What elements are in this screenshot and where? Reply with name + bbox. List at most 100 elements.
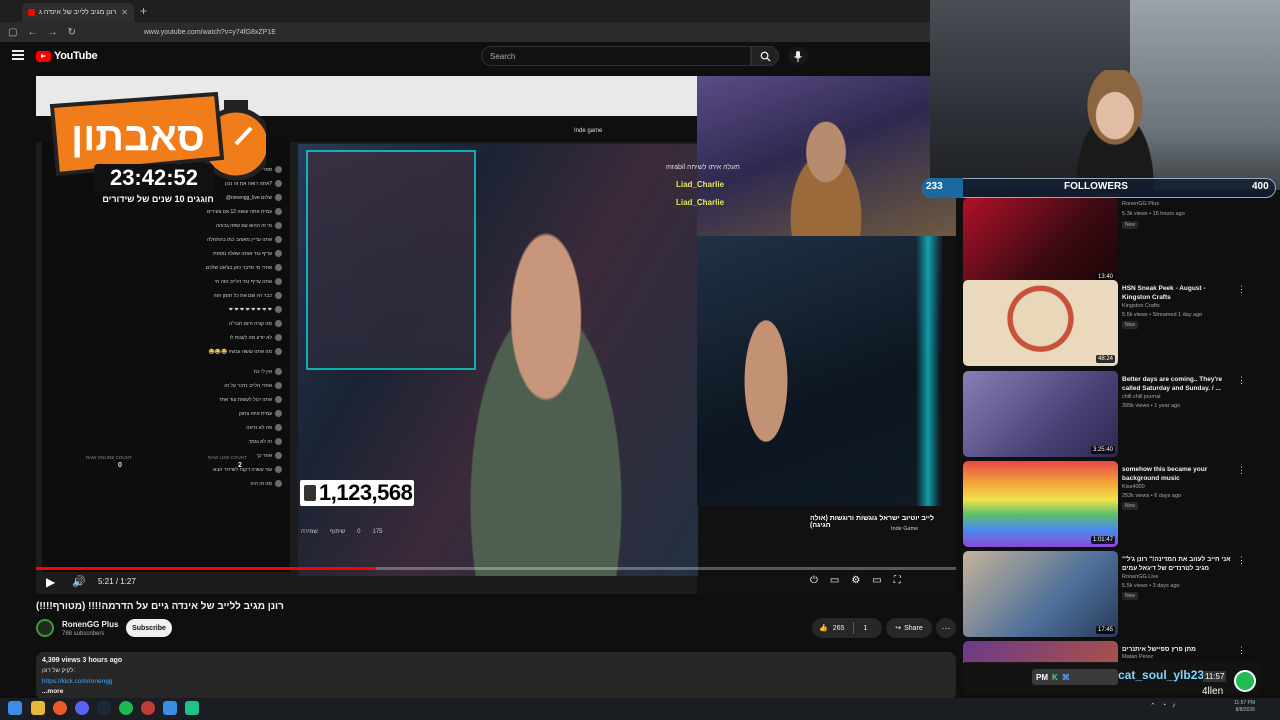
share-icon: ↪ (895, 625, 902, 632)
recommendation-channel: Kingston Crafts (1122, 303, 1160, 309)
app-icon[interactable] (185, 701, 199, 715)
recommendation-title[interactable]: HSN Sneak Peek - August - Kingston Craft… (1122, 284, 1232, 302)
discord-icon[interactable] (75, 701, 89, 715)
thumbs-up-icon[interactable]: 👍 (819, 624, 828, 632)
recommendation-item[interactable]: 1:01:47 somehow this became your backgro… (963, 461, 1253, 547)
description-more-button[interactable]: ...more (42, 688, 63, 695)
volume-icon[interactable]: 🔊 (72, 575, 86, 588)
steam-icon[interactable] (97, 701, 111, 715)
tab-close-icon[interactable]: ✕ (121, 8, 128, 17)
back-icon[interactable]: ← (27, 27, 37, 38)
channel-name[interactable]: RonenGG Plus (62, 620, 118, 629)
share-button[interactable]: ↪ Share (886, 618, 932, 638)
more-actions-icon[interactable]: ⋯ (936, 618, 956, 638)
chat-line: עדיף נגד אותה שאלה נוספת (46, 250, 282, 258)
recommendation-item[interactable]: מתן פרץ ספיישל איתנרים Matan Perez ⋮ (963, 641, 1253, 663)
menu-icon[interactable] (12, 50, 24, 60)
address-bar[interactable]: www.youtube.com/watch?v=y74fG8xZP1E (144, 29, 276, 36)
taskbar-clock[interactable]: 11:57 PM 8/8/2026 (1234, 700, 1255, 714)
app-icon[interactable] (163, 701, 177, 715)
system-tray[interactable]: ⌃ ◔ ♪ (1150, 702, 1176, 710)
new-badge: New (1122, 221, 1139, 229)
browser-icon[interactable] (53, 701, 67, 715)
chat-line: עמית איזה צחוק (46, 410, 282, 418)
more-options-icon[interactable]: ⋮ (1237, 284, 1246, 295)
youtube-play-logo-icon (36, 50, 51, 62)
more-options-icon[interactable]: ⋮ (1237, 465, 1246, 476)
streamer-hand (736, 296, 796, 466)
new-tab-icon[interactable]: + (140, 4, 147, 18)
browser-tab[interactable]: רונן מגיב ללייב של אינדה ג ✕ (22, 3, 134, 22)
browser-nav-bar: ▢ ← → ↻ www.youtube.com/watch?v=y74fG8xZ… (0, 22, 960, 42)
alert-username: cat_soul_ylb23 (1118, 668, 1205, 682)
subscribe-button[interactable]: Subscribe (126, 619, 172, 637)
video-thumbnail[interactable]: 48:24 (963, 280, 1118, 366)
more-options-icon[interactable]: ⋮ (1237, 645, 1246, 656)
chat-line: אתה עדיף נגד הלייב הזה חי (46, 278, 282, 286)
video-player[interactable]: Inde game ספרי לנו על העונה הבאה אתה רוא… (36, 76, 956, 594)
play-icon[interactable]: ▶ (46, 575, 55, 589)
settings-icon[interactable]: ⚙ (851, 575, 860, 586)
video-thumbnail[interactable]: 1:01:47 (963, 461, 1118, 547)
new-badge: New (1122, 502, 1139, 510)
description-box[interactable] (36, 652, 956, 700)
recommendation-item[interactable]: 3:25:40 Better days are coming.. They're… (963, 371, 1253, 457)
theater-icon[interactable]: ▭ (872, 575, 881, 586)
description-link[interactable]: https://kick.com/ronengg (42, 678, 112, 685)
youtube-logo[interactable]: YouTube (36, 50, 98, 62)
alert-secondary-user: 4llen (1202, 686, 1224, 697)
more-options-icon[interactable]: ⋮ (1237, 555, 1246, 566)
dislike-count[interactable]: 1 (863, 625, 867, 632)
raw-like-label: RAW LIKE COUNT (208, 455, 247, 460)
fullscreen-icon[interactable]: ⛶ (894, 575, 901, 586)
recommendation-title[interactable]: Better days are coming.. They're called … (1122, 375, 1232, 393)
chat-line: אחרי מי מדבר כאן בצ'אט שלכם (46, 264, 282, 272)
channel-avatar[interactable] (36, 619, 54, 637)
captions-icon[interactable]: ▭ (830, 575, 839, 586)
overlay-chat-line: Liad_Charlie (676, 180, 725, 189)
chat-line: פה לא נראה (46, 424, 282, 432)
video-thumbnail[interactable] (963, 641, 1118, 663)
reload-icon[interactable]: ↻ (67, 27, 75, 38)
more-options-icon[interactable]: ⋮ (1237, 375, 1246, 386)
microphone-icon[interactable] (788, 47, 808, 65)
windows-start-icon[interactable] (8, 701, 22, 715)
app-icon[interactable] (141, 701, 155, 715)
second-streamer-person (771, 116, 881, 236)
recommendation-item[interactable]: 48:24 HSN Sneak Peek - August - Kingston… (963, 280, 1253, 366)
recommendation-title[interactable]: somehow this became your background musi… (1122, 465, 1232, 483)
saabaton-stream-logo: סאבתון (49, 91, 266, 181)
spotify-icon[interactable] (119, 701, 133, 715)
chat-line: ❤ ❤ ❤ ❤ ❤ ❤ ❤ ❤ (46, 306, 282, 314)
raw-online-label: RAW ONLINE COUNT (86, 455, 132, 460)
sidebar-toggle-icon[interactable]: ▢ (8, 27, 17, 38)
recommendation-item[interactable]: 17:45 "אני חייב לעזוב את המדינה!" רונן ג… (963, 551, 1253, 637)
video-thumbnail[interactable]: 3:25:40 (963, 371, 1118, 457)
overlay-chat-line: mrabil תעלה איתו לשיחה (666, 164, 740, 171)
like-dislike-pill[interactable]: 👍 265 1 (812, 618, 882, 638)
chat-line: עוד עשרה דקות לשידור הבא (46, 466, 282, 474)
recommendation-meta: 5.6k views • Streamed 1 day ago (1122, 312, 1203, 318)
video-thumbnail[interactable]: 13:40 (963, 198, 1118, 284)
recommendation-title[interactable]: מתן פרץ ספיישל איתנרים (1122, 645, 1232, 654)
recommendation-item[interactable]: 13:40 RonenGG Plus 5.3k views • 15 hours… (963, 198, 1253, 284)
file-explorer-icon[interactable] (31, 701, 45, 715)
overlay-chat-line: Liad_Charlie (676, 198, 725, 207)
browser-tab-title: רונן מגיב ללייב של אינדה ג (39, 9, 117, 16)
video-thumbnail[interactable]: 17:45 (963, 551, 1118, 637)
chat-line: אחרי הלייב נדבר על זה (46, 382, 282, 390)
forward-icon[interactable]: → (47, 27, 57, 38)
followers-label: FOLLOWERS (1064, 181, 1128, 192)
autoplay-toggle-icon[interactable]: ⏻ (810, 575, 818, 586)
recommendation-meta: 5.5k views • 3 days ago (1122, 583, 1180, 589)
recommendation-title[interactable]: "אני חייב לעזוב את המדינה!" רונן ג'ל' מג… (1122, 555, 1232, 573)
chat-line: אין לי כח (46, 368, 282, 376)
overlay-chat-area (697, 236, 942, 506)
video-title: רונן מגיב ללייב של אינדה גיים על הדרמה!!… (36, 601, 284, 612)
player-right-controls: ⏻ ▭ ⚙ ▭ ⛶ (810, 575, 901, 586)
followers-goal: 400 (1252, 181, 1269, 192)
search-input[interactable]: Search (481, 46, 751, 66)
neon-light (916, 236, 940, 506)
search-icon[interactable] (751, 46, 779, 66)
captured-video-title: לייב יוטיוב ישראל גוגשות ורוגשות (אולה ח… (810, 515, 934, 529)
